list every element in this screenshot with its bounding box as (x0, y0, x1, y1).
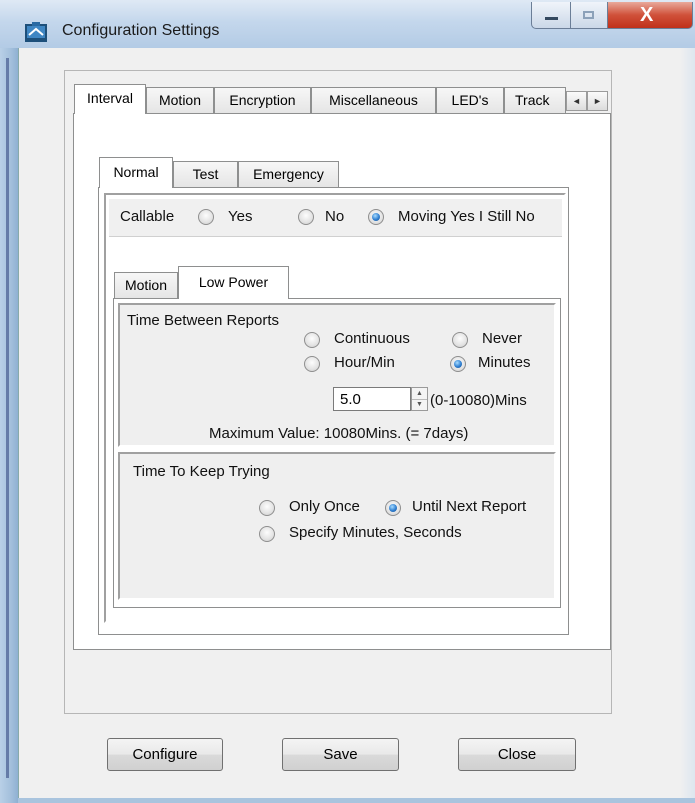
tab-track[interactable]: Track (504, 87, 566, 113)
minimize-icon (545, 17, 558, 20)
title-bar[interactable]: Configuration Settings X (0, 0, 695, 48)
report-interval-spinner[interactable]: ▲ ▼ (411, 387, 428, 411)
minutes-radio[interactable] (450, 356, 466, 372)
tab-label: Motion (158, 92, 202, 108)
interval-range-label: (0-10080)Mins (430, 392, 527, 409)
minimize-button[interactable] (531, 2, 571, 29)
time-to-keep-trying-heading: Time To Keep Trying (133, 463, 270, 480)
only-once-radio[interactable] (259, 500, 275, 516)
tab-motion[interactable]: Motion (146, 87, 214, 113)
close-button[interactable]: Close (458, 738, 576, 771)
tab-label: Motion (124, 277, 168, 293)
callable-no-label[interactable]: No (325, 208, 344, 225)
until-next-report-radio[interactable] (385, 500, 401, 516)
save-button[interactable]: Save (282, 738, 399, 771)
continuous-radio[interactable] (304, 332, 320, 348)
tab-label: Encryption (229, 92, 296, 108)
tab-scroll-right-icon[interactable]: ► (587, 91, 608, 111)
never-label[interactable]: Never (482, 330, 522, 347)
report-interval-input[interactable] (333, 387, 411, 411)
callable-label: Callable (120, 208, 175, 225)
tab-label: LED's (451, 92, 489, 108)
continuous-label[interactable]: Continuous (334, 330, 410, 347)
maximize-button[interactable] (570, 2, 608, 29)
tab-miscellaneous[interactable]: Miscellaneous (311, 87, 436, 113)
window-bottom-border (18, 798, 695, 803)
callable-no-radio[interactable] (298, 209, 314, 225)
tab-encryption[interactable]: Encryption (214, 87, 311, 113)
tab-label: Track (515, 92, 550, 108)
tab-normal[interactable]: Normal (99, 157, 173, 188)
tab-label: Interval (87, 90, 133, 106)
tab-interval[interactable]: Interval (74, 84, 146, 114)
app-icon (25, 22, 47, 42)
hour-min-radio[interactable] (304, 356, 320, 372)
maximize-icon (583, 11, 594, 19)
tab-emergency[interactable]: Emergency (238, 161, 339, 187)
tab-label: Test (192, 166, 219, 182)
specify-minutes-seconds-label[interactable]: Specify Minutes, Seconds (289, 524, 462, 541)
tab-scroll-left-icon[interactable]: ◄ (566, 91, 587, 111)
configuration-window: Configuration Settings X Interval Motion… (0, 0, 695, 803)
callable-yes-label[interactable]: Yes (228, 208, 252, 225)
close-icon: X (640, 4, 654, 26)
window-right-border (680, 48, 695, 803)
tab-label: Miscellaneous (329, 92, 418, 108)
callable-moving-label[interactable]: Moving Yes I Still No (398, 208, 535, 225)
close-window-button[interactable]: X (607, 2, 693, 29)
window-left-border (0, 48, 18, 803)
tab-scroll-arrows: ◄ ► (566, 91, 610, 111)
tab-test[interactable]: Test (173, 161, 238, 187)
configure-button[interactable]: Configure (107, 738, 223, 771)
spin-down-icon[interactable]: ▼ (412, 399, 427, 410)
caption-buttons: X (531, 2, 693, 32)
minutes-label[interactable]: Minutes (478, 354, 531, 371)
callable-moving-radio[interactable] (368, 209, 384, 225)
only-once-label[interactable]: Only Once (289, 498, 360, 515)
hour-min-label[interactable]: Hour/Min (334, 354, 395, 371)
until-next-report-label[interactable]: Until Next Report (412, 498, 526, 515)
never-radio[interactable] (452, 332, 468, 348)
maximum-value-note: Maximum Value: 10080Mins. (= 7days) (209, 425, 469, 442)
tab-low-power[interactable]: Low Power (178, 266, 289, 299)
tab-label: Low Power (198, 274, 269, 290)
tab-label: Emergency (253, 166, 324, 182)
tab-power-motion[interactable]: Motion (114, 272, 178, 298)
specify-minutes-seconds-radio[interactable] (259, 526, 275, 542)
time-between-reports-heading: Time Between Reports (127, 312, 280, 329)
tab-leds[interactable]: LED's (436, 87, 504, 113)
window-title: Configuration Settings (62, 22, 220, 39)
callable-yes-radio[interactable] (198, 209, 214, 225)
tab-label: Normal (113, 164, 159, 180)
